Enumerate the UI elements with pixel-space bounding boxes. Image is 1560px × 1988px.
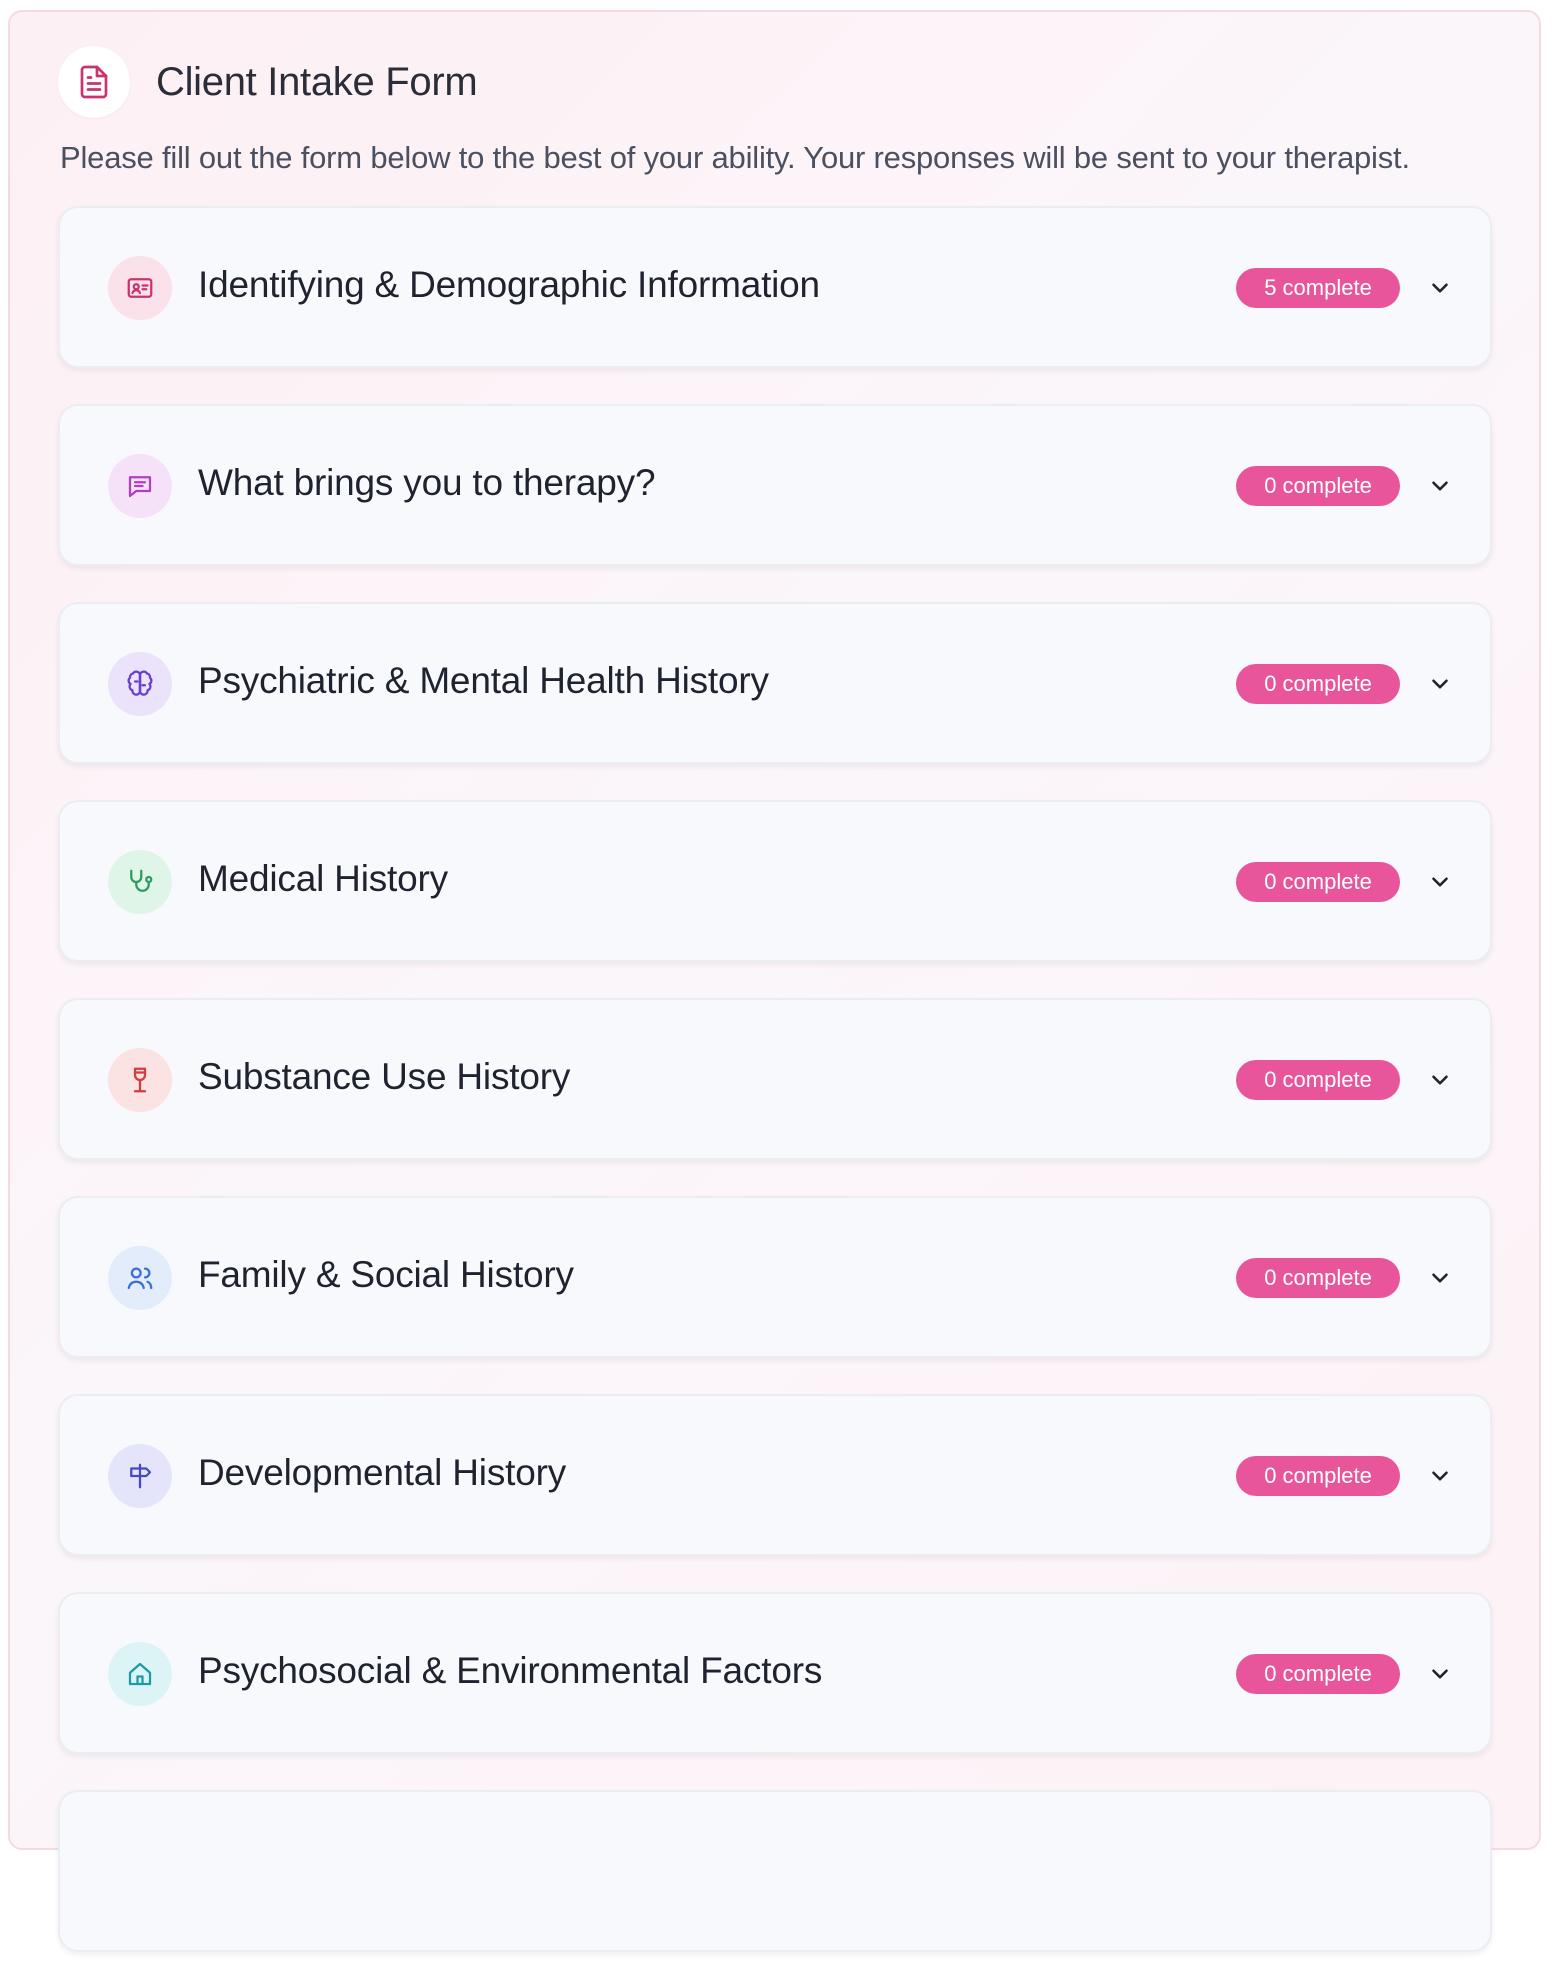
accordion-section[interactable]: Psychiatric & Mental Health History 0 com… xyxy=(58,602,1492,764)
id-card-icon xyxy=(108,256,172,320)
accordion-section[interactable]: What brings you to therapy? 0 complete xyxy=(58,404,1492,566)
chevron-down-icon[interactable] xyxy=(1424,1064,1456,1096)
completion-badge: 0 complete xyxy=(1236,1654,1400,1694)
section-title: Family & Social History xyxy=(198,1254,574,1295)
completion-badge: 0 complete xyxy=(1236,1258,1400,1298)
document-icon xyxy=(58,46,130,118)
stethoscope-icon xyxy=(108,850,172,914)
chevron-down-icon[interactable] xyxy=(1424,1658,1456,1690)
signpost-icon xyxy=(108,1444,172,1508)
chevron-down-icon[interactable] xyxy=(1424,1262,1456,1294)
accordion-section[interactable]: Identifying & Demographic Information 5 c… xyxy=(58,206,1492,368)
accordion-section[interactable]: Substance Use History 0 complete xyxy=(58,998,1492,1160)
section-title: Identifying & Demographic Information xyxy=(198,264,820,305)
section-title: Substance Use History xyxy=(198,1056,571,1097)
page-title: Client Intake Form xyxy=(156,59,478,104)
accordion-section[interactable]: Psychosocial & Environmental Factors 0 co… xyxy=(58,1592,1492,1754)
chevron-down-icon[interactable] xyxy=(1424,272,1456,304)
home-icon xyxy=(108,1642,172,1706)
page-subtitle: Please fill out the form below to the be… xyxy=(60,140,1410,175)
form-sections: Identifying & Demographic Information 5 c… xyxy=(58,206,1492,1988)
completion-badge: 0 complete xyxy=(1236,1060,1400,1100)
accordion-section[interactable]: Medical History 0 complete xyxy=(58,800,1492,962)
completion-badge: 0 complete xyxy=(1236,1456,1400,1496)
users-icon xyxy=(108,1246,172,1310)
wine-glass-icon xyxy=(108,1048,172,1112)
completion-badge: 0 complete xyxy=(1236,862,1400,902)
completion-badge: 0 complete xyxy=(1236,664,1400,704)
brain-icon xyxy=(108,652,172,716)
accordion-section[interactable]: Developmental History 0 complete xyxy=(58,1394,1492,1556)
form-header: Client Intake Form xyxy=(58,46,478,118)
section-title: Developmental History xyxy=(198,1452,567,1493)
accordion-section[interactable] xyxy=(58,1790,1492,1952)
intake-form-panel: Client Intake Form Please fill out the f… xyxy=(8,10,1541,1952)
section-title: Medical History xyxy=(198,858,448,899)
accordion-section[interactable]: Family & Social History 0 complete xyxy=(58,1196,1492,1358)
message-icon xyxy=(108,454,172,518)
chevron-down-icon[interactable] xyxy=(1424,668,1456,700)
section-title: Psychosocial & Environmental Factors xyxy=(198,1650,823,1691)
completion-badge: 5 complete xyxy=(1236,268,1400,308)
chevron-down-icon[interactable] xyxy=(1424,1460,1456,1492)
chevron-down-icon[interactable] xyxy=(1424,866,1456,898)
chevron-down-icon[interactable] xyxy=(1424,470,1456,502)
completion-badge: 0 complete xyxy=(1236,466,1400,506)
section-title: What brings you to therapy? xyxy=(198,462,656,503)
section-title: Psychiatric & Mental Health History xyxy=(198,660,769,701)
